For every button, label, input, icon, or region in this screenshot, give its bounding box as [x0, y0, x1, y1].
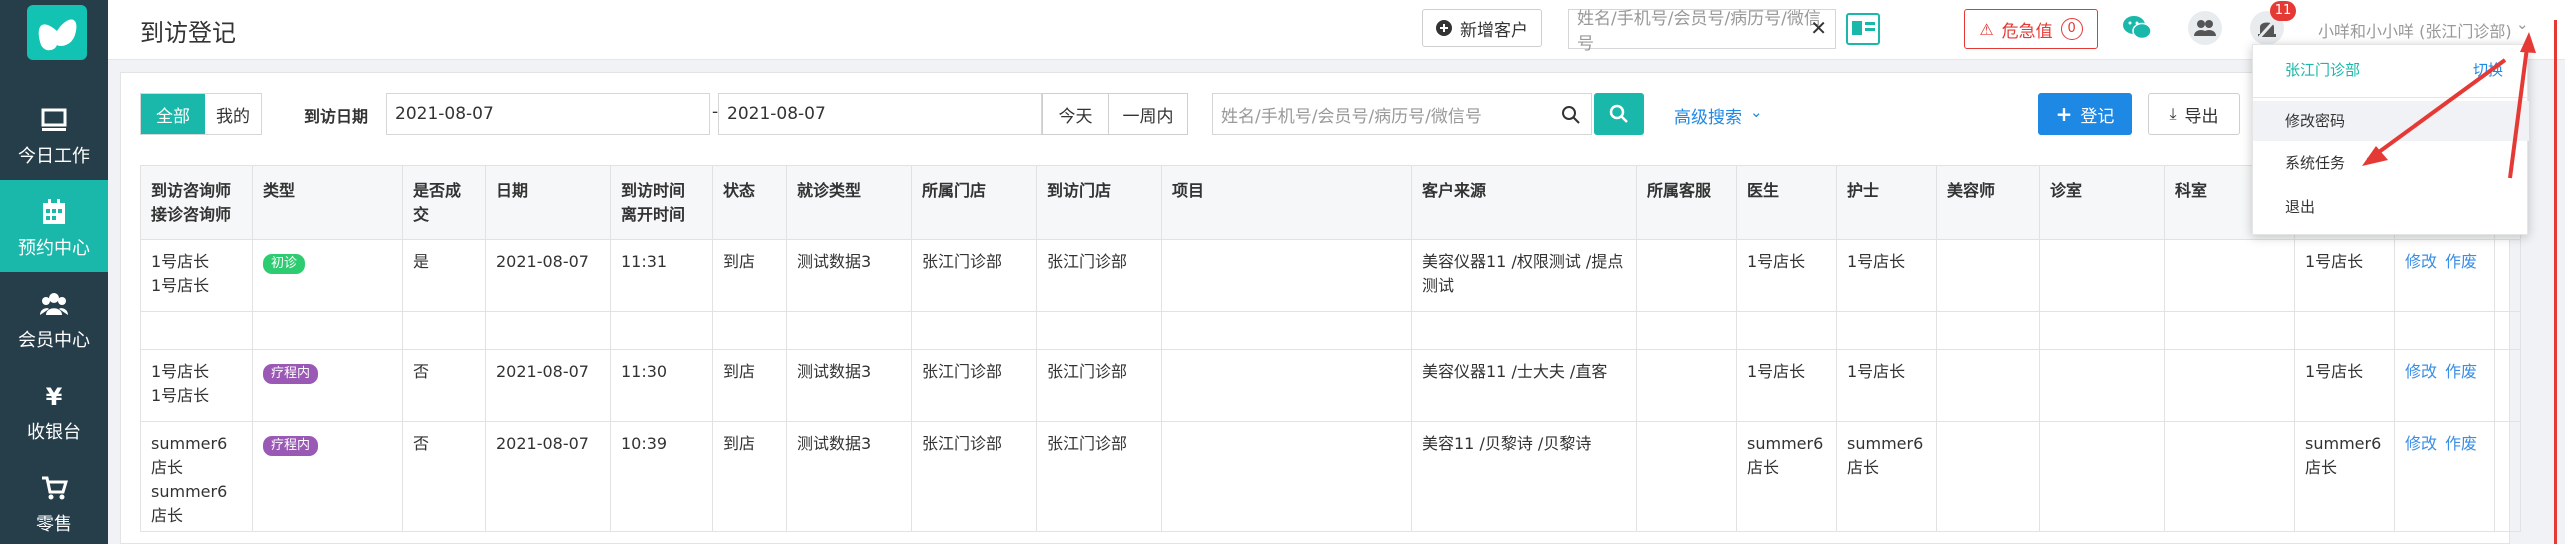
annotation-arrow-line	[2508, 39, 2530, 179]
annotation-arrows	[2362, 20, 2557, 544]
annotation-arrowhead	[2520, 32, 2536, 53]
annotation-marker	[2554, 20, 2557, 544]
app: 今日工作 预约中心 会员中心 ¥ 收银台 零售 到访登记 新增客户 姓名/手机号…	[0, 0, 2565, 544]
annotation-arrow-line	[2366, 58, 2507, 162]
